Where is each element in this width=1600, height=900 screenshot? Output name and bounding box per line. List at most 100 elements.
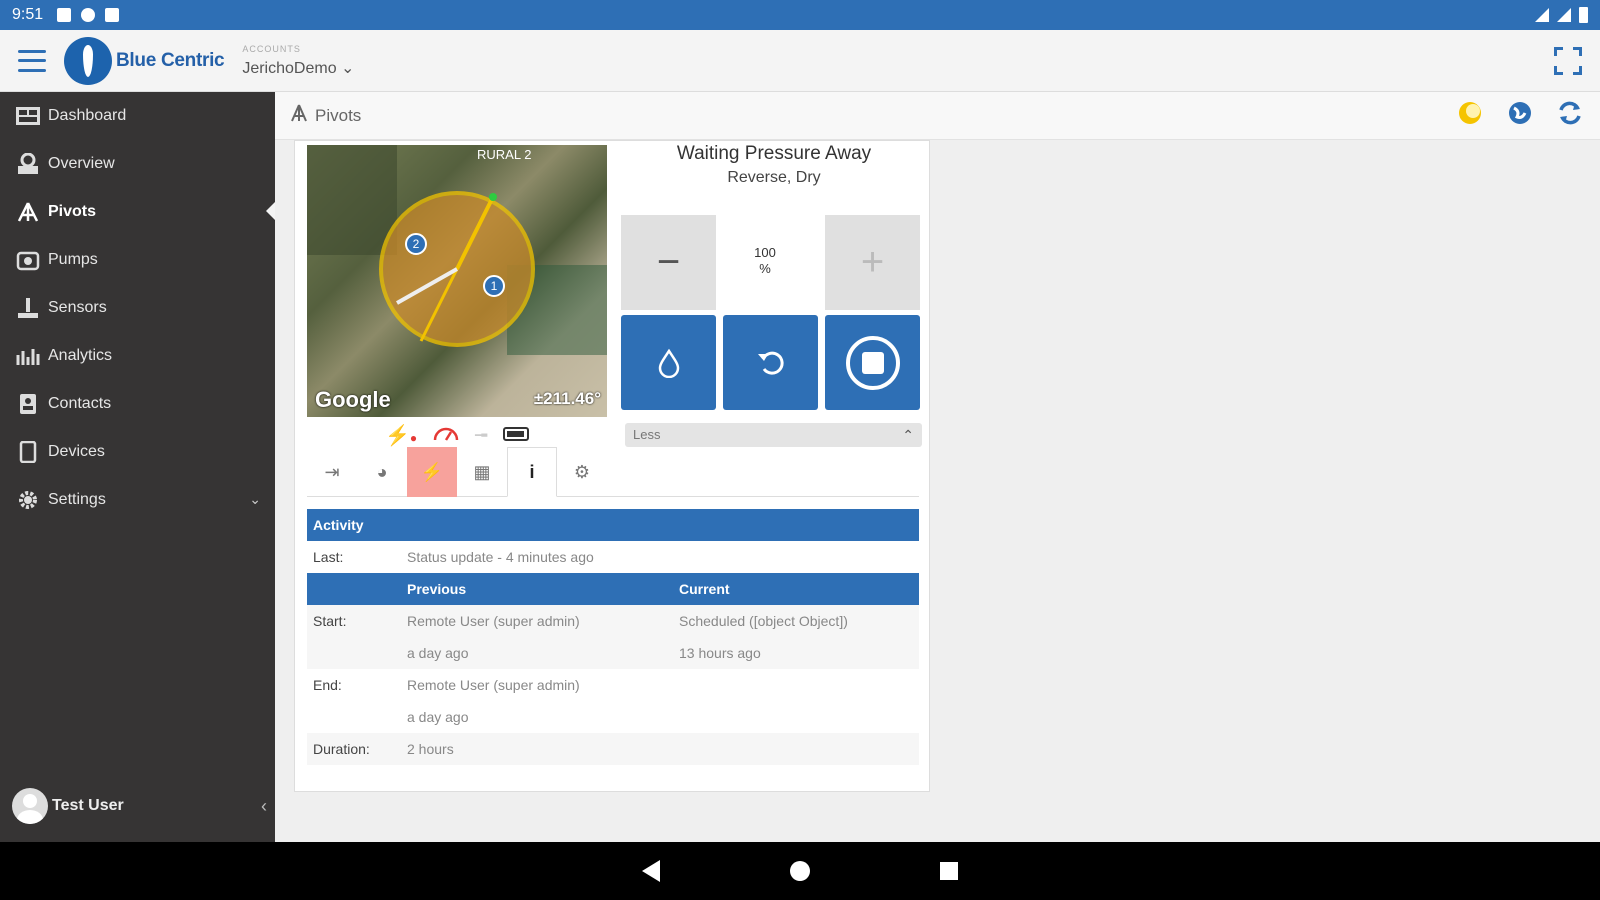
sidebar-item-analytics[interactable]: Analytics bbox=[0, 332, 275, 380]
stop-icon bbox=[845, 335, 900, 390]
table-row: Start: Remote User (super admin) Schedul… bbox=[307, 605, 919, 637]
back-icon[interactable] bbox=[642, 860, 660, 882]
tab-power[interactable]: ⚡ bbox=[407, 447, 457, 497]
map-angle: ±211.46° bbox=[533, 389, 601, 408]
sd-card-icon bbox=[105, 8, 120, 22]
pivot-map[interactable]: RURAL 2 2 1 Google ±211.46° bbox=[307, 145, 607, 417]
sidebar-item-label: Analytics bbox=[48, 347, 113, 364]
user-name: Test User bbox=[52, 797, 124, 814]
sidebar-item-pumps[interactable]: Pumps bbox=[0, 236, 275, 284]
map-brand: Google bbox=[315, 387, 391, 412]
battery-icon bbox=[1579, 7, 1588, 23]
start-label: Start: bbox=[313, 613, 347, 629]
sidebar-item-label: Settings bbox=[48, 491, 106, 508]
start-previous-time: a day ago bbox=[407, 645, 469, 661]
last-value: Status update - 4 minutes ago bbox=[407, 549, 594, 565]
activity-last-row: Last: Status update - 4 minutes ago bbox=[307, 541, 919, 573]
devices-icon bbox=[16, 441, 40, 463]
logo-drop-icon bbox=[64, 36, 112, 85]
end-previous-time: a day ago bbox=[407, 709, 469, 725]
start-previous: Remote User (super admin) bbox=[407, 613, 580, 629]
tab-info[interactable]: i bbox=[507, 447, 557, 497]
tab-analytics[interactable]: ▦ bbox=[457, 447, 507, 497]
menu-icon[interactable] bbox=[18, 49, 46, 72]
power-alert-icon: ⚡● bbox=[385, 425, 418, 447]
avatar[interactable] bbox=[12, 788, 48, 824]
info-icon: i bbox=[529, 461, 535, 482]
pivot-state-subtitle: Reverse, Dry bbox=[727, 169, 821, 186]
sidebar-item-label: Dashboard bbox=[48, 107, 127, 124]
dashboard-icon bbox=[16, 105, 40, 127]
chevron-down-icon[interactable]: ⌄ bbox=[249, 491, 261, 508]
content-toolbar: Pivots bbox=[275, 92, 1600, 140]
sidebar-item-contacts[interactable]: Contacts bbox=[0, 380, 275, 428]
battery-level-icon bbox=[503, 424, 531, 447]
minus-icon: − bbox=[656, 240, 681, 284]
last-label: Last: bbox=[313, 549, 344, 565]
pivot-tabs: ⇥ ◕ ⚡ ▦ i ⚙ bbox=[307, 447, 919, 497]
zone-marker-2[interactable]: 2 bbox=[405, 233, 427, 255]
analytics-icon bbox=[16, 345, 40, 367]
weather-icon[interactable] bbox=[1456, 99, 1484, 132]
account-label: ACCOUNTS bbox=[242, 43, 301, 54]
tab-sectors[interactable]: ◕ bbox=[357, 447, 407, 497]
contacts-icon bbox=[16, 393, 40, 415]
sidebar-item-sensors[interactable]: Sensors bbox=[0, 284, 275, 332]
app-header: Blue Centric ACCOUNTS JerichoDemo ⌄ bbox=[0, 30, 1600, 92]
refresh-icon[interactable] bbox=[1556, 99, 1584, 132]
pie-chart-icon: ◕ bbox=[376, 461, 388, 482]
sensor-icon bbox=[16, 297, 40, 319]
tab-go-to-angle[interactable]: ⇥ bbox=[307, 447, 357, 497]
pressure-gauge-icon bbox=[433, 424, 459, 448]
status-time: 9:51 bbox=[12, 6, 44, 23]
bolt-icon: ⚡ bbox=[420, 461, 444, 482]
water-toggle-button[interactable] bbox=[621, 315, 716, 410]
sidebar-item-settings[interactable]: Settings ⌄ bbox=[0, 476, 275, 524]
tab-settings[interactable]: ⚙ bbox=[557, 447, 607, 497]
activity-title: Activity bbox=[313, 517, 364, 533]
sidebar-item-pivots[interactable]: Pivots bbox=[0, 188, 275, 236]
column-previous: Previous bbox=[407, 581, 467, 597]
decrease-speed-button[interactable]: − bbox=[621, 215, 716, 310]
table-row: a day ago 13 hours ago bbox=[307, 637, 919, 669]
user-profile[interactable]: Test User ‹ bbox=[12, 788, 267, 824]
reverse-direction-button[interactable] bbox=[723, 315, 818, 410]
android-nav-bar bbox=[0, 842, 1600, 900]
sidebar-item-devices[interactable]: Devices bbox=[0, 428, 275, 476]
column-current: Current bbox=[679, 581, 730, 597]
app-logo[interactable]: Blue Centric bbox=[64, 36, 225, 85]
sidebar-item-overview[interactable]: Overview bbox=[0, 140, 275, 188]
overview-icon bbox=[16, 153, 40, 175]
water-drop-icon bbox=[658, 348, 679, 378]
plus-icon: + bbox=[860, 240, 885, 284]
sidebar-item-label: Sensors bbox=[48, 299, 107, 316]
end-label: End: bbox=[313, 677, 342, 693]
recent-apps-icon[interactable] bbox=[940, 862, 958, 880]
pivot-status-icons: ⚡● ╼ bbox=[385, 423, 531, 448]
less-toggle[interactable]: Less ⌃ bbox=[625, 423, 922, 447]
home-icon[interactable] bbox=[790, 861, 810, 881]
table-row: End: Remote User (super admin) bbox=[307, 669, 919, 701]
wifi-icon bbox=[1535, 8, 1549, 22]
increase-speed-button[interactable]: + bbox=[825, 215, 920, 310]
zone-marker-1[interactable]: 1 bbox=[483, 275, 505, 297]
table-row: a day ago bbox=[307, 701, 919, 733]
notification-icon bbox=[57, 8, 72, 22]
account-value: JerichoDemo ⌄ bbox=[242, 59, 355, 77]
gear-icon: ⚙ bbox=[573, 461, 591, 482]
speed-display: 100 % bbox=[720, 245, 810, 277]
chevron-left-icon[interactable]: ‹ bbox=[261, 796, 267, 817]
activity-header: Activity bbox=[307, 509, 919, 541]
start-current-time: 13 hours ago bbox=[679, 645, 761, 661]
sidebar-item-label: Devices bbox=[48, 443, 105, 460]
notification-icon bbox=[81, 8, 96, 22]
account-selector[interactable]: ACCOUNTS JerichoDemo ⌄ bbox=[242, 44, 354, 78]
stop-button[interactable] bbox=[825, 315, 920, 410]
fullscreen-icon[interactable] bbox=[1554, 46, 1582, 75]
sidebar-item-dashboard[interactable]: Dashboard bbox=[0, 92, 275, 140]
reverse-icon bbox=[757, 351, 784, 375]
activity-columns-header: Previous Current bbox=[307, 573, 919, 605]
sidebar-item-label: Contacts bbox=[48, 395, 112, 412]
globe-icon[interactable] bbox=[1506, 99, 1534, 132]
analytics-icon: ▦ bbox=[473, 461, 491, 482]
